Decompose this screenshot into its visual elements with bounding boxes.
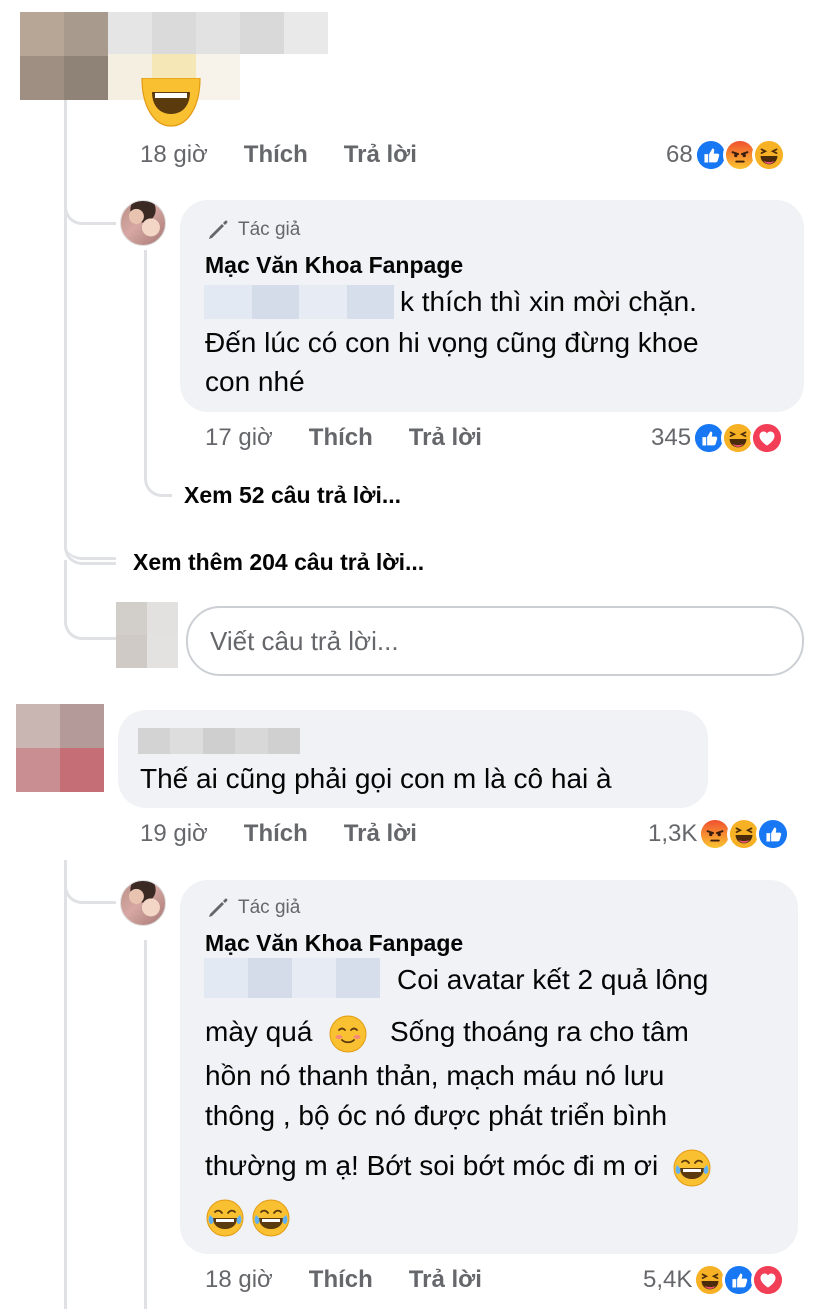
- censored-mention: [204, 285, 394, 319]
- reply-2-text-line5: thường m ạ! Bớt soi bớt móc đi m ơi: [205, 1144, 712, 1188]
- reaction-count: 68: [666, 141, 693, 168]
- reply-input[interactable]: [210, 625, 802, 657]
- like-button[interactable]: Thích: [309, 424, 373, 452]
- laughing-tears-emoji-icon: [251, 1198, 291, 1238]
- author-name[interactable]: Mạc Văn Khoa Fanpage: [205, 252, 463, 279]
- reply-1-text-line1: k thích thì xin mời chặn.: [400, 286, 697, 317]
- reply-1-reactions[interactable]: 345: [651, 421, 785, 455]
- like-button[interactable]: Thích: [244, 820, 308, 848]
- comment-timestamp: 18 giờ: [205, 1266, 273, 1293]
- reply-button[interactable]: Trả lời: [409, 1266, 482, 1294]
- laughing-tears-emoji-icon: [672, 1148, 712, 1188]
- see-replies-link[interactable]: Xem 52 câu trả lời...: [184, 482, 401, 509]
- reply-1-meta: 17 giờ Thích Trả lời: [205, 424, 482, 452]
- comment-1-reactions[interactable]: 68: [666, 138, 786, 172]
- reply-2-text-line4: thông , bộ óc nó được phát triển bình: [205, 1100, 668, 1131]
- thread-elbow-r1: [64, 185, 116, 225]
- thread-elbow-see-more: [64, 515, 116, 565]
- thread-line-c1: [64, 100, 67, 520]
- author-name[interactable]: Mạc Văn Khoa Fanpage: [205, 930, 463, 957]
- reply-2-text-line2-b: Sống thoáng ra cho tâm: [389, 1016, 689, 1047]
- thread-line-r1: [144, 250, 147, 478]
- reaction-count: 5,4K: [643, 1266, 693, 1293]
- reply-input-box[interactable]: [186, 606, 804, 676]
- reply-button[interactable]: Trả lời: [344, 820, 417, 848]
- haha-reaction-icon: [751, 138, 786, 172]
- thread-elbow-reply-box: [64, 560, 116, 640]
- pen-icon: [206, 896, 230, 920]
- like-button[interactable]: Thích: [244, 141, 308, 169]
- author-avatar[interactable]: [120, 880, 166, 926]
- reply-1-text-line3: con nhé: [205, 366, 305, 397]
- comment-2-reactions[interactable]: 1,3K: [648, 817, 791, 851]
- current-user-avatar: [116, 602, 178, 668]
- like-button[interactable]: Thích: [309, 1266, 373, 1294]
- comment-timestamp: 17 giờ: [205, 424, 273, 451]
- censored-comment-header: [108, 12, 328, 54]
- reply-2-text-line2: mày quá Sống thoáng ra cho tâm: [205, 1010, 689, 1054]
- reply-2-emoji-row: [205, 1198, 291, 1238]
- reply-2-text-line2-a: mày quá: [205, 1016, 313, 1047]
- thread-elbow-see-replies-inner: [144, 455, 172, 497]
- pen-icon: [206, 218, 230, 242]
- see-more-replies-link[interactable]: Xem thêm 204 câu trả lời...: [133, 549, 424, 576]
- laughing-tears-emoji-icon: [205, 1198, 245, 1238]
- censored-avatar: [16, 704, 104, 792]
- reply-button[interactable]: Trả lời: [409, 424, 482, 452]
- thread-elbow-r2: [64, 860, 116, 904]
- smiling-emoji-icon: [328, 1014, 368, 1054]
- thread-line-r2: [144, 940, 147, 1309]
- author-badge: Tác giả: [206, 218, 300, 242]
- love-reaction-icon: [750, 421, 785, 455]
- censored-avatar: [20, 12, 108, 100]
- author-badge-label: Tác giả: [238, 219, 301, 240]
- reply-2-text-line1: Coi avatar kết 2 quả lông: [397, 964, 709, 995]
- censored-commenter-name: [138, 728, 300, 754]
- comment-2-text: Thế ai cũng phải gọi con m là cô hai à: [140, 763, 612, 794]
- censored-mention: [204, 958, 380, 998]
- like-reaction-icon: [756, 817, 791, 851]
- reply-2-meta: 18 giờ Thích Trả lời: [205, 1266, 482, 1294]
- comment-2-meta: 19 giờ Thích Trả lời: [140, 820, 417, 848]
- reply-button[interactable]: Trả lời: [344, 141, 417, 169]
- comment-timestamp: 18 giờ: [140, 141, 208, 168]
- love-reaction-icon: [751, 1263, 786, 1297]
- comment-1-meta: 18 giờ Thích Trả lời: [140, 141, 417, 169]
- laughing-emoji-icon: [141, 78, 201, 127]
- reply-2-text-line3: hồn nó thanh thản, mạch máu nó lưu: [205, 1060, 665, 1091]
- reply-2-text-line5-text: thường m ạ! Bớt soi bớt móc đi m ơi: [205, 1150, 659, 1181]
- author-badge: Tác giả: [206, 896, 300, 920]
- reaction-count: 1,3K: [648, 820, 698, 847]
- reply-2-reactions[interactable]: 5,4K: [643, 1263, 786, 1297]
- reply-1-text-line2: Đến lúc có con hi vọng cũng đừng khoe: [205, 327, 699, 358]
- reaction-count: 345: [651, 424, 692, 451]
- comment-timestamp: 19 giờ: [140, 820, 208, 847]
- author-badge-label: Tác giả: [238, 897, 301, 918]
- author-avatar[interactable]: [120, 200, 166, 246]
- thread-line-c2: [64, 860, 67, 1309]
